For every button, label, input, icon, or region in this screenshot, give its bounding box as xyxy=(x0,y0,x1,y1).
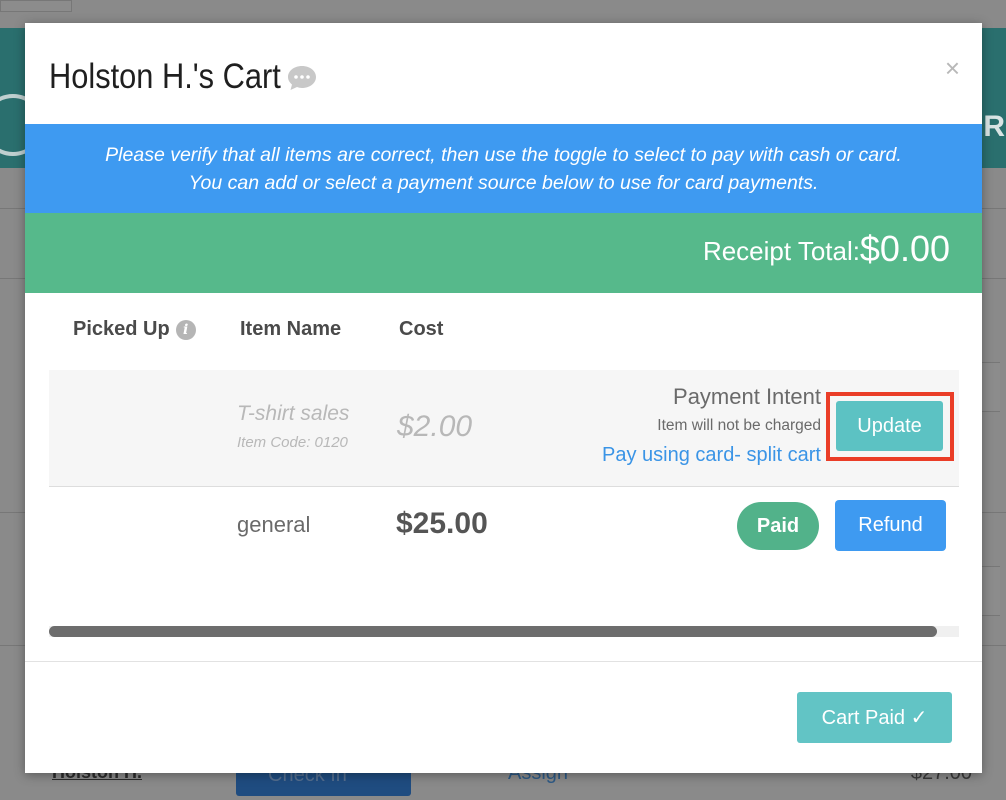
receipt-total-banner: Receipt Total: $0.00 xyxy=(25,213,982,293)
column-header-picked-up-label: Picked Up xyxy=(73,318,170,340)
table-row: general $25.00 Paid Refund xyxy=(49,486,959,581)
info-banner: Please verify that all items are correct… xyxy=(25,124,982,213)
item-code: Item Code: 0120 xyxy=(237,434,348,451)
modal-title: Holston H.'s Cart xyxy=(49,57,281,96)
modal-header: Holston H.'s Cart × xyxy=(25,23,982,124)
cart-modal: Holston H.'s Cart × Please verify that a… xyxy=(25,23,982,773)
info-banner-line-2: You can add or select a payment source b… xyxy=(188,171,819,194)
info-banner-line-1: Please verify that all items are correct… xyxy=(105,143,902,166)
payment-intent-note: Item will not be charged xyxy=(657,417,821,434)
column-header-picked-up: Picked Up i xyxy=(73,318,196,341)
item-name: general xyxy=(237,512,311,537)
chat-bubble-icon[interactable] xyxy=(287,65,317,91)
info-icon[interactable]: i xyxy=(175,320,196,340)
update-button[interactable]: Update xyxy=(836,401,943,451)
cart-paid-button[interactable]: Cart Paid ✓ xyxy=(797,692,952,743)
refund-button[interactable]: Refund xyxy=(835,500,946,551)
table-row: T-shirt sales Item Code: 0120 $2.00 Paym… xyxy=(49,370,959,487)
close-icon[interactable]: × xyxy=(945,53,960,84)
background-side-control xyxy=(981,362,1000,412)
item-cost: $2.00 xyxy=(397,410,473,443)
horizontal-scrollbar-thumb[interactable] xyxy=(49,626,937,637)
pay-using-card-split-cart-link[interactable]: Pay using card- split cart xyxy=(602,444,821,467)
paid-status-badge: Paid xyxy=(737,502,819,550)
receipt-total-value: $0.00 xyxy=(859,228,950,269)
column-header-item-name: Item Name xyxy=(240,318,342,340)
item-name: T-shirt sales xyxy=(237,402,350,425)
background-top-tab xyxy=(0,0,72,12)
footer-divider xyxy=(25,661,982,662)
receipt-total-label: Receipt Total: xyxy=(702,236,860,266)
column-header-cost: Cost xyxy=(399,318,444,340)
background-side-control xyxy=(981,566,1000,616)
item-cost: $25.00 xyxy=(396,507,488,540)
payment-intent-title: Payment Intent xyxy=(673,384,821,409)
